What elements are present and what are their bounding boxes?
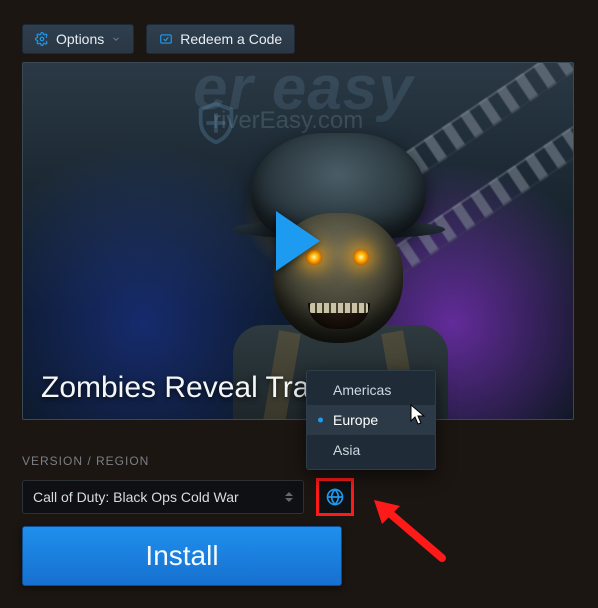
- redeem-label: Redeem a Code: [180, 31, 282, 47]
- options-button[interactable]: Options: [22, 24, 134, 54]
- play-icon[interactable]: [276, 211, 320, 271]
- gear-icon: [35, 32, 49, 46]
- version-region-label: VERSION / REGION: [22, 454, 149, 468]
- cursor-icon: [410, 404, 426, 426]
- stepper-icon: [285, 492, 293, 502]
- annotation-arrow-icon: [372, 498, 452, 568]
- ticket-check-icon: [159, 32, 173, 46]
- trailer-card[interactable]: er easy riverEasy.com Zombies Reveal Tra…: [22, 62, 574, 420]
- region-option-americas[interactable]: Americas: [307, 375, 435, 405]
- install-label: Install: [145, 540, 218, 572]
- chevron-down-icon: [111, 34, 121, 44]
- globe-icon[interactable]: [325, 487, 345, 507]
- redeem-code-button[interactable]: Redeem a Code: [146, 24, 295, 54]
- options-label: Options: [56, 31, 104, 47]
- region-button-highlight: [316, 478, 354, 516]
- version-select[interactable]: Call of Duty: Black Ops Cold War: [22, 480, 304, 514]
- version-select-value: Call of Duty: Black Ops Cold War: [33, 489, 239, 505]
- trailer-title: Zombies Reveal Traile: [41, 371, 339, 405]
- region-option-asia[interactable]: Asia: [307, 435, 435, 465]
- install-button[interactable]: Install: [22, 526, 342, 586]
